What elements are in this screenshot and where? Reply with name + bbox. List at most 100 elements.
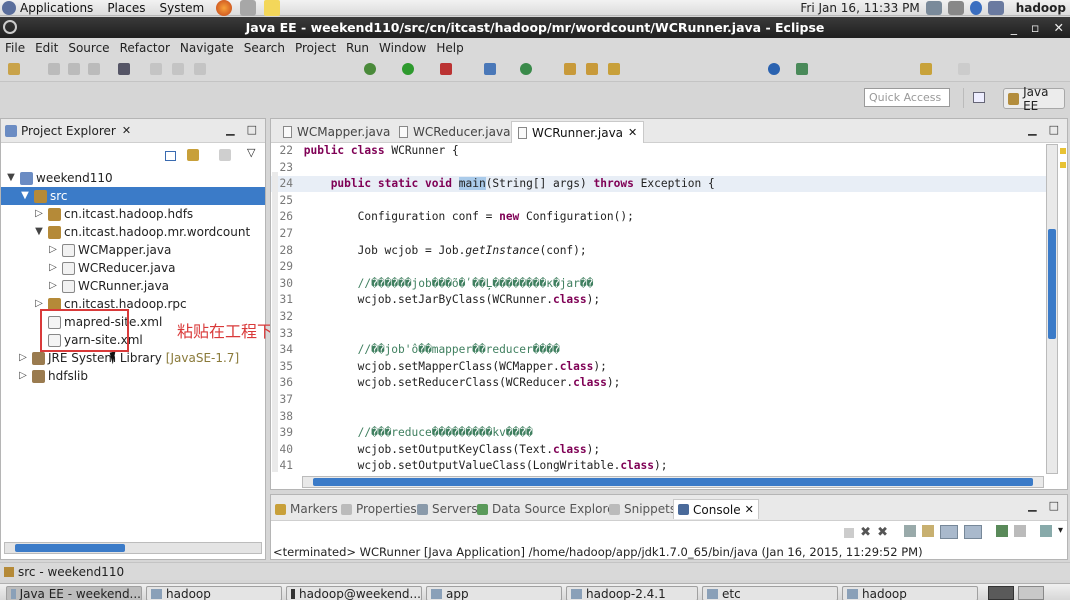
quick-access-input[interactable]: Quick Access <box>864 88 950 107</box>
run-icon[interactable] <box>402 63 414 75</box>
open-task-icon[interactable] <box>586 63 598 75</box>
minimize-icon[interactable]: ▁ <box>1028 123 1036 136</box>
tab-servers[interactable]: Servers <box>417 499 478 519</box>
window-menu-icon[interactable] <box>3 20 17 34</box>
perspective-javaee-button[interactable]: Java EE <box>1003 85 1065 113</box>
tree-item-package[interactable]: ▼ cn.itcast.hadoop.mr.wordcount <box>33 223 250 241</box>
code-line[interactable]: 34 //��job'ô��mapper��reducer���� <box>271 342 1049 358</box>
taskbar-item[interactable]: Java EE - weekend... <box>6 586 142 600</box>
scrollbar-thumb[interactable] <box>15 544 125 552</box>
close-icon[interactable]: ✕ <box>122 124 131 137</box>
tree-item-package[interactable]: ▷ cn.itcast.hadoop.hdfs <box>33 205 193 223</box>
menu-edit[interactable]: Edit <box>30 41 63 55</box>
maximize-icon[interactable]: □ <box>1049 499 1059 512</box>
collapse-all-icon[interactable] <box>165 151 176 161</box>
chevron-down-icon[interactable]: ▾ <box>1058 525 1063 543</box>
tree-item-java-file[interactable]: ▷ WCMapper.java <box>47 241 171 259</box>
code-line[interactable]: 23 <box>271 160 1049 176</box>
new-icon[interactable] <box>8 63 20 75</box>
collapsed-arrow-icon[interactable]: ▷ <box>47 262 59 274</box>
collapsed-arrow-icon[interactable]: ▷ <box>47 280 59 292</box>
collapsed-arrow-icon[interactable]: ▷ <box>17 352 29 364</box>
volume-icon[interactable] <box>947 1 964 15</box>
collapsed-arrow-icon[interactable]: ▷ <box>47 244 59 256</box>
applications-menu[interactable]: Applications <box>20 1 93 15</box>
tab-wcrunner[interactable]: WCRunner.java ✕ <box>511 121 645 143</box>
open-console-icon[interactable] <box>1039 525 1052 537</box>
firefox-icon[interactable] <box>216 0 233 16</box>
close-icon[interactable]: ✕ <box>628 126 637 139</box>
clear-console-icon[interactable] <box>903 525 916 537</box>
tree-item-java-file[interactable]: ▷ WCReducer.java <box>47 259 175 277</box>
user-name[interactable]: hadoop <box>1016 1 1066 15</box>
close-icon[interactable]: ✕ <box>1054 20 1064 35</box>
new-java-project-icon[interactable] <box>484 63 496 75</box>
expanded-arrow-icon[interactable]: ▼ <box>19 190 31 202</box>
save-icon[interactable] <box>48 63 60 75</box>
maximize-icon[interactable]: □ <box>1049 123 1059 136</box>
code-line[interactable]: 31 wcjob.setJarByClass(WCRunner.class); <box>271 292 1049 308</box>
menu-file[interactable]: File <box>0 41 30 55</box>
scroll-lock-icon[interactable] <box>921 525 934 537</box>
tree-item-src[interactable]: ▼ src <box>1 187 265 205</box>
display-icon[interactable] <box>987 1 1004 15</box>
tree-item-java-file[interactable]: ▷ WCRunner.java <box>47 277 169 295</box>
collapsed-arrow-icon[interactable]: ▷ <box>17 370 29 382</box>
tab-console[interactable]: Console ✕ <box>673 499 759 519</box>
menu-navigate[interactable]: Navigate <box>175 41 239 55</box>
code-line[interactable]: 25 <box>271 193 1049 209</box>
project-explorer-tab[interactable]: Project Explorer ✕ ▁ □ <box>1 119 265 143</box>
notes-icon[interactable] <box>264 0 281 16</box>
tab-markers[interactable]: Markers <box>275 499 338 519</box>
remove-all-icon[interactable]: ✖ <box>877 525 888 543</box>
gnome-foot-icon[interactable] <box>2 0 16 15</box>
tab-data-source-explorer[interactable]: Data Source Explorer <box>477 499 619 519</box>
explorer-horizontal-scrollbar[interactable] <box>4 542 262 554</box>
code-line[interactable]: 27 <box>271 226 1049 242</box>
expanded-arrow-icon[interactable]: ▼ <box>5 172 17 184</box>
annotation-next-icon[interactable] <box>796 63 808 75</box>
tab-snippets[interactable]: Snippets <box>609 499 676 519</box>
places-menu[interactable]: Places <box>107 1 145 15</box>
link-editor-icon[interactable] <box>187 149 199 161</box>
scrollbar-thumb[interactable] <box>1048 229 1056 339</box>
back-icon[interactable] <box>920 63 932 75</box>
code-line[interactable]: 22 public class WCRunner { <box>271 143 1049 159</box>
open-perspective-button[interactable] <box>963 88 991 108</box>
remove-launch-icon[interactable]: ✖ <box>860 525 871 543</box>
close-icon[interactable]: ✕ <box>745 503 754 516</box>
code-line[interactable]: 24 public static void main(String[] args… <box>271 176 1049 193</box>
skip-breakpoints-icon[interactable] <box>118 63 130 75</box>
code-line[interactable]: 39 //���reduce���������kv���� <box>271 425 1049 441</box>
bluetooth-icon[interactable] <box>969 1 982 15</box>
menu-help[interactable]: Help <box>431 41 468 55</box>
scrollbar-thumb[interactable] <box>313 478 1033 486</box>
code-line[interactable]: 32 <box>271 309 1049 325</box>
show-console-icon[interactable] <box>963 525 982 539</box>
expanded-arrow-icon[interactable]: ▼ <box>33 226 45 238</box>
code-line[interactable]: 41 wcjob.setOutputValueClass(LongWritabl… <box>271 458 1049 474</box>
code-line[interactable]: 26 Configuration conf = new Configuratio… <box>271 209 1049 225</box>
terminate-icon[interactable] <box>844 528 855 538</box>
tab-wcmapper[interactable]: WCMapper.java <box>277 121 396 143</box>
mail-icon[interactable] <box>240 0 257 16</box>
taskbar-item[interactable]: hadoop@weekend... <box>286 586 422 600</box>
taskbar-item[interactable]: hadoop <box>842 586 978 600</box>
code-line[interactable]: 38 <box>271 409 1049 425</box>
code-line[interactable]: 29 <box>271 259 1049 275</box>
chevron-down-icon[interactable]: ▽ <box>247 146 255 159</box>
minimize-icon[interactable]: ▁ <box>1028 499 1036 512</box>
tree-item-project[interactable]: ▼ weekend110 <box>5 169 112 187</box>
clock[interactable]: Fri Jan 16, 11:33 PM <box>800 1 919 15</box>
minimize-icon[interactable]: _ <box>1011 20 1017 35</box>
save-all-icon[interactable] <box>68 63 80 75</box>
maximize-icon[interactable]: □ <box>247 123 257 136</box>
workspace-switcher-icon[interactable] <box>988 586 1014 600</box>
console-output[interactable]: <terminated> WCRunner [Java Application]… <box>273 545 923 559</box>
menu-project[interactable]: Project <box>290 41 341 55</box>
resume-icon[interactable] <box>150 63 162 75</box>
network-icon[interactable] <box>925 1 942 15</box>
taskbar-item[interactable]: hadoop <box>146 586 282 600</box>
code-line[interactable]: 40 wcjob.setOutputKeyClass(Text.class); <box>271 442 1049 458</box>
code-line[interactable]: 36 wcjob.setReducerClass(WCReducer.class… <box>271 375 1049 391</box>
